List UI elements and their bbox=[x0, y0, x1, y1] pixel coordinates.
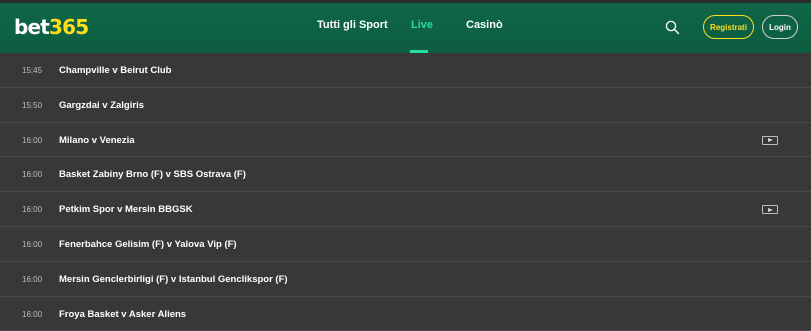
event-time: 16:00 bbox=[22, 239, 43, 249]
top-header: bet365 Tutti gli Sport Live Casinò Regis… bbox=[0, 0, 811, 53]
event-match: Mersin Genclerbirligi (F) v Istanbul Gen… bbox=[59, 273, 288, 285]
login-button[interactable]: Login bbox=[762, 15, 798, 39]
event-match: Basket Zabiny Brno (F) v SBS Ostrava (F) bbox=[59, 169, 246, 181]
event-row[interactable]: 16:00 Petkim Spor v Mersin BBGSK bbox=[0, 192, 811, 227]
event-match: Gargzdai v Zalgiris bbox=[59, 99, 144, 111]
search-icon[interactable] bbox=[665, 20, 680, 35]
event-row[interactable]: 16:00 Fenerbahce Gelisim (F) v Yalova Vi… bbox=[0, 227, 811, 262]
event-time: 15:45 bbox=[22, 66, 43, 75]
event-time: 15:50 bbox=[22, 100, 43, 110]
live-stream-icon[interactable] bbox=[762, 135, 778, 145]
event-time: 16:00 bbox=[22, 170, 43, 180]
main-nav: Tutti gli Sport Live Casinò bbox=[0, 3, 811, 53]
event-match: Petkim Spor v Mersin BBGSK bbox=[59, 204, 193, 216]
event-row[interactable]: 15:50 Gargzdai v Zalgiris bbox=[0, 88, 811, 123]
event-time: 16:00 bbox=[22, 135, 43, 145]
event-row[interactable]: 16:00 Milano v Venezia bbox=[0, 123, 811, 158]
event-time: 16:00 bbox=[22, 274, 43, 284]
event-match: Milano v Venezia bbox=[59, 134, 135, 146]
event-row[interactable]: 16:00 Mersin Genclerbirligi (F) v Istanb… bbox=[0, 262, 811, 297]
event-row[interactable]: 16:00 Froya Basket v Asker Aliens bbox=[0, 297, 811, 331]
event-match: Froya Basket v Asker Aliens bbox=[59, 308, 187, 320]
event-match: Champville v Beirut Club bbox=[59, 65, 172, 76]
nav-all-sports[interactable]: Tutti gli Sport bbox=[317, 19, 388, 31]
event-time: 16:00 bbox=[22, 309, 43, 319]
event-list: 15:45 Champville v Beirut Club 15:50 Gar… bbox=[0, 53, 811, 331]
event-time: 16:00 bbox=[22, 205, 43, 215]
event-row[interactable]: 15:45 Champville v Beirut Club bbox=[0, 53, 811, 88]
register-button[interactable]: Registrati bbox=[703, 15, 754, 39]
nav-casino[interactable]: Casinò bbox=[466, 19, 503, 31]
nav-live[interactable]: Live bbox=[411, 19, 433, 31]
event-match: Fenerbahce Gelisim (F) v Yalova Vip (F) bbox=[59, 238, 237, 250]
live-stream-icon[interactable] bbox=[762, 205, 778, 215]
event-row[interactable]: 16:00 Basket Zabiny Brno (F) v SBS Ostra… bbox=[0, 157, 811, 193]
